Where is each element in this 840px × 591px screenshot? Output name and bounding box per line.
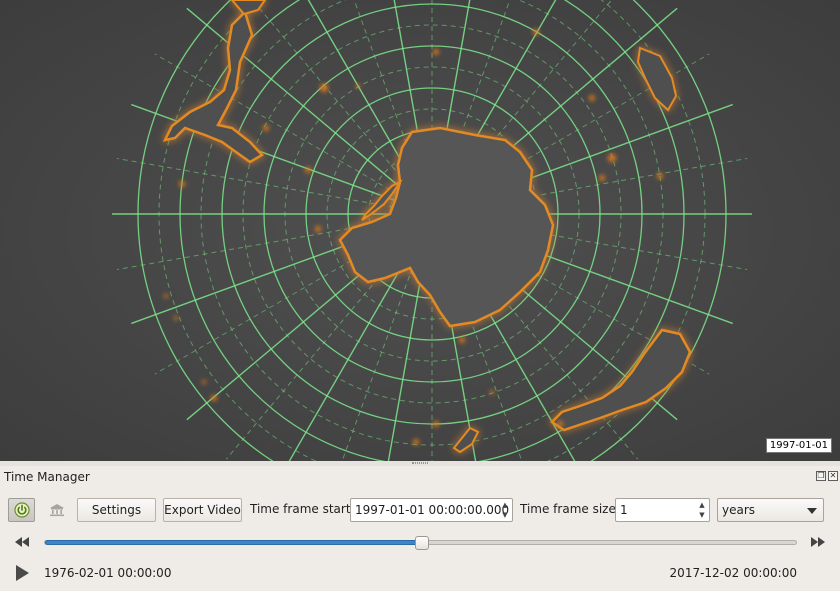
time-frame-start-value: 1997-01-01 00:00:00.000 [355, 503, 510, 517]
skip-back-button[interactable] [14, 535, 30, 549]
time-frame-start-field[interactable]: 1997-01-01 00:00:00.000 ▲ ▼ [350, 498, 513, 522]
time-frame-start-spinner[interactable]: ▲ ▼ [499, 500, 511, 520]
fast-forward-icon [811, 537, 825, 547]
spin-up-icon[interactable]: ▲ [696, 500, 708, 510]
time-slider-handle[interactable] [415, 536, 429, 550]
splitter-grip[interactable] [412, 462, 428, 464]
spin-down-icon[interactable]: ▼ [696, 510, 708, 520]
playback-row: 1976-02-01 00:00:00 2017-12-02 00:00:00 [0, 562, 840, 584]
time-frame-size-value: 1 [620, 503, 628, 517]
play-icon[interactable] [14, 564, 30, 582]
settings-button[interactable]: Settings [77, 498, 156, 522]
map-canvas[interactable]: 1997-01-01 [0, 0, 840, 461]
export-video-button[interactable]: Export Video [163, 498, 242, 522]
float-icon[interactable]: ❐ [816, 471, 826, 481]
time-slider-fill [45, 540, 422, 545]
rewind-icon [15, 537, 29, 547]
panel-title: Time Manager [4, 470, 90, 484]
panel-window-controls: ❐ ✕ [816, 471, 838, 481]
close-icon[interactable]: ✕ [828, 471, 838, 481]
chevron-down-icon [807, 508, 817, 514]
range-start-date: 1976-02-01 00:00:00 [44, 566, 172, 580]
time-slider-row [0, 532, 840, 552]
spin-up-icon[interactable]: ▲ [499, 500, 511, 510]
spin-down-icon[interactable]: ▼ [499, 510, 511, 520]
time-unit-value: years [722, 503, 756, 517]
time-manager-toolbar: Settings Export Video Time frame start 1… [8, 498, 828, 524]
time-slider-track[interactable] [44, 536, 797, 550]
time-frame-start-label: Time frame start [250, 502, 351, 516]
power-toggle-button[interactable] [8, 498, 35, 522]
time-frame-size-label: Time frame size [520, 502, 616, 516]
map-date-label: 1997-01-01 [765, 438, 832, 453]
map-view [0, 0, 840, 461]
skip-forward-button[interactable] [810, 535, 826, 549]
time-frame-size-spinner[interactable]: ▲ ▼ [696, 500, 708, 520]
time-unit-select[interactable]: years [717, 498, 824, 522]
range-end-date: 2017-12-02 00:00:00 [669, 566, 797, 580]
time-manager-panel: Time Manager ❐ ✕ Settings Export Video T… [0, 466, 840, 591]
power-icon [13, 502, 30, 518]
time-frame-size-field[interactable]: 1 ▲ ▼ [615, 498, 710, 522]
archive-icon[interactable] [48, 503, 66, 517]
